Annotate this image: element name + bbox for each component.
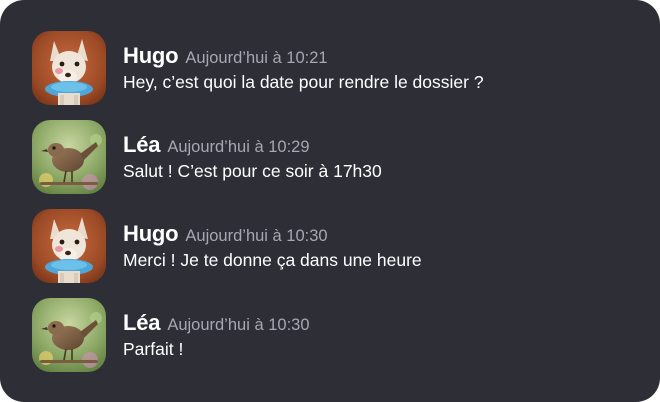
author-name[interactable]: Léa [123, 310, 161, 336]
message-timestamp: Aujourd’hui à 10:30 [167, 316, 310, 334]
bird-avatar[interactable] [32, 298, 106, 372]
chat-message: Léa Aujourd’hui à 10:30 Parfait ! [0, 298, 660, 373]
message-timestamp: Aujourd’hui à 10:29 [167, 138, 310, 156]
message-text: Salut ! C’est pour ce soir à 17h30 [123, 161, 382, 181]
message-text: Merci ! Je te donne ça dans une heure [123, 250, 422, 270]
dog-avatar[interactable] [32, 209, 106, 283]
chat-message: Léa Aujourd’hui à 10:29 Salut ! C’est po… [0, 120, 660, 195]
message-text: Hey, c’est quoi la date pour rendre le d… [123, 72, 484, 92]
chat-panel: Hugo Aujourd’hui à 10:21 Hey, c’est quoi… [0, 0, 660, 402]
author-name[interactable]: Hugo [123, 221, 179, 247]
message-timestamp: Aujourd’hui à 10:21 [185, 49, 328, 67]
author-name[interactable]: Hugo [123, 43, 179, 69]
author-name[interactable]: Léa [123, 132, 161, 158]
message-text: Parfait ! [123, 339, 184, 359]
chat-message: Hugo Aujourd’hui à 10:30 Merci ! Je te d… [0, 209, 660, 284]
bird-avatar[interactable] [32, 120, 106, 194]
dog-avatar[interactable] [32, 31, 106, 105]
chat-message: Hugo Aujourd’hui à 10:21 Hey, c’est quoi… [0, 31, 660, 106]
message-timestamp: Aujourd’hui à 10:30 [185, 227, 328, 245]
